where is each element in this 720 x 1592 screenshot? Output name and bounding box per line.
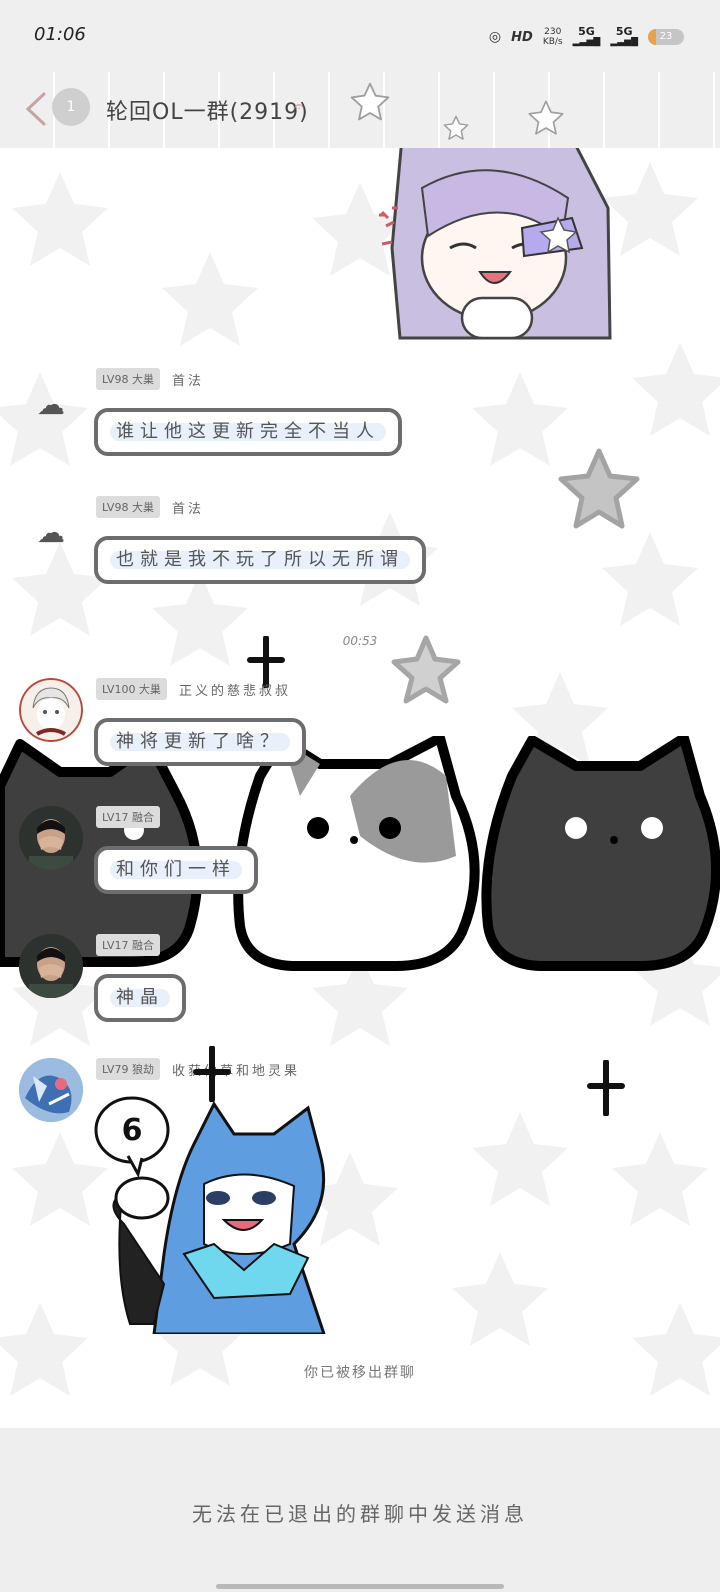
network-speed: 230 KB/s [542, 27, 563, 47]
home-indicator[interactable] [216, 1584, 504, 1589]
battery-fill [648, 29, 657, 45]
chat-header: 1 轮回OL一群(2919) 𝄐 [0, 72, 720, 148]
sticker-text: 6 [122, 1113, 143, 1148]
footer-notice: 无法在已退出的群聊中发送消息 [192, 1502, 528, 1526]
level-badge: LV100 大巢 [96, 678, 167, 700]
message-meta: LV17 融合 [96, 806, 172, 828]
wolf-sticker[interactable]: 6 [94, 1094, 344, 1334]
unread-badge[interactable]: 1 [52, 88, 90, 126]
level-badge: LV17 融合 [96, 934, 160, 956]
sender-name[interactable]: 正义的慈悲叔叔 [179, 680, 291, 699]
anime-girl-sticker[interactable] [372, 148, 622, 344]
system-note: 你已被移出群聊 [304, 1365, 416, 1381]
battery-icon: 23 [648, 29, 684, 45]
status-indicators: ◎ HD 230 KB/s 5G ▂▃▅▇ 5G ▂▃▅▇ 23 [489, 26, 684, 48]
message-bubble[interactable]: 也就是我不玩了所以无所谓 [94, 536, 426, 584]
status-time: 01:06 [34, 24, 86, 45]
sender-name[interactable]: 首法 [172, 370, 204, 389]
chevron-left-icon[interactable] [22, 90, 52, 128]
sim1-signal-icon: 5G ▂▃▅▇ [572, 25, 601, 47]
group-title[interactable]: 轮回OL一群(2919) [106, 94, 309, 126]
level-badge: LV98 大巢 [96, 368, 160, 390]
input-area-disabled: 无法在已退出的群聊中发送消息 [0, 1428, 720, 1592]
message-bubble[interactable]: 谁让他这更新完全不当人 [94, 408, 402, 456]
message-bubble[interactable]: 神将更新了啥？ [94, 718, 306, 766]
star-decoration-icon [443, 115, 469, 140]
message-bubble[interactable]: 和你们一样 [94, 846, 258, 894]
message-meta: LV98 大巢 首法 [96, 368, 204, 390]
avatar[interactable] [19, 806, 83, 870]
message-bubble[interactable]: 神晶 [94, 974, 186, 1022]
cloud-icon: ☁ [37, 387, 65, 421]
message-text: 也就是我不玩了所以无所谓 [110, 551, 410, 569]
message-text: 神将更新了啥？ [110, 733, 290, 751]
star-decoration-icon [528, 100, 564, 135]
avatar[interactable] [19, 934, 83, 998]
level-badge: LV17 融合 [96, 806, 160, 828]
message-meta: LV100 大巢 正义的慈悲叔叔 [96, 678, 291, 700]
avatar[interactable]: ☁ [19, 500, 83, 564]
message-text: 谁让他这更新完全不当人 [110, 423, 386, 441]
avatar[interactable]: ☁ [19, 372, 83, 436]
earpiece-icon: 𝄐 [294, 96, 305, 117]
cloud-icon: ☁ [37, 515, 65, 549]
status-bar: 01:06 ◎ HD 230 KB/s 5G ▂▃▅▇ 5G ▂▃▅▇ 23 [0, 0, 720, 72]
message-text: 神晶 [110, 989, 170, 1007]
sender-name[interactable]: 首法 [172, 498, 204, 517]
level-badge: LV98 大巢 [96, 496, 160, 518]
message-meta: LV17 融合 [96, 934, 172, 956]
plus-decoration-icon [193, 1046, 231, 1102]
avatar-art-icon [19, 1058, 83, 1122]
avatar[interactable] [19, 678, 83, 742]
hd-icon: HD [511, 29, 533, 45]
chat-message-list[interactable]: ☁ LV98 大巢 首法 谁让他这更新完全不当人 ☁ LV98 大巢 首法 也就… [0, 148, 720, 1428]
plus-decoration-icon [587, 1060, 625, 1116]
star-decoration-icon [558, 448, 640, 529]
nfc-icon: ◎ [488, 29, 502, 45]
sim2-signal-icon: 5G ▂▃▅▇ [610, 25, 638, 47]
avatar-photo-icon [19, 806, 83, 870]
avatar-photo-icon [19, 934, 83, 998]
avatar-portrait-icon [19, 678, 83, 742]
star-decoration-icon [391, 635, 461, 704]
level-badge: LV79 狼劫 [96, 1058, 160, 1080]
message-meta: LV98 大巢 首法 [96, 496, 204, 518]
avatar[interactable] [19, 1058, 83, 1122]
message-text: 和你们一样 [110, 861, 242, 879]
star-decoration-icon [350, 82, 390, 121]
time-divider: 00:53 [342, 634, 378, 648]
